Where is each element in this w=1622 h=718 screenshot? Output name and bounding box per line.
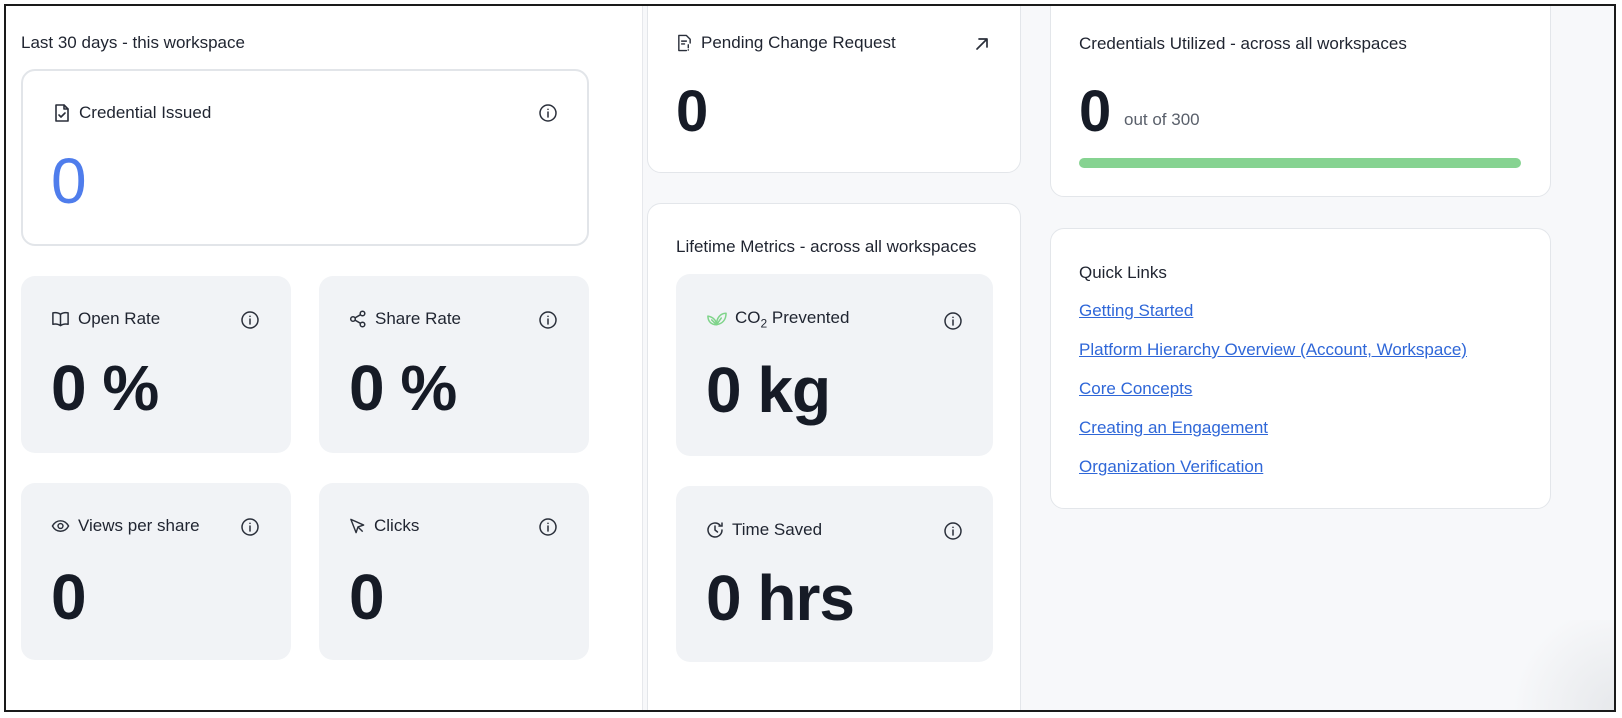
- credentials-utilized-value: 0: [1079, 79, 1111, 144]
- credentials-utilized-card: Credentials Utilized - across all worksp…: [1050, 6, 1551, 197]
- info-icon[interactable]: [240, 310, 260, 330]
- clicks-value: 0: [349, 561, 385, 633]
- lifetime-metrics-label: Lifetime Metrics - across all workspaces: [676, 237, 977, 256]
- open-rate-title: Open Rate: [78, 309, 161, 328]
- corner-shadow: [1498, 620, 1614, 710]
- credential-issued-value: 0: [51, 145, 87, 217]
- quick-links-card: Quick Links Getting Started Platform Hie…: [1050, 228, 1551, 509]
- workspace-metrics-column: Last 30 days - this workspace Credential…: [6, 6, 642, 710]
- pending-change-request-card[interactable]: Pending Change Request 0: [647, 6, 1021, 173]
- document-check-icon: [55, 104, 69, 122]
- quick-links-title: Quick Links: [1079, 263, 1167, 282]
- account-metrics-area: Pending Change Request 0 Lifetime Metric…: [643, 6, 1614, 710]
- eye-icon: [51, 520, 70, 532]
- views-per-share-card: Views per share 0: [21, 483, 291, 660]
- info-icon[interactable]: [943, 521, 963, 541]
- quick-link-core-concepts[interactable]: Core Concepts: [1079, 378, 1467, 400]
- quick-link-getting-started[interactable]: Getting Started: [1079, 300, 1467, 322]
- pending-change-request-value: 0: [676, 79, 708, 144]
- open-rate-card: Open Rate 0 %: [21, 276, 291, 453]
- quick-link-platform-hierarchy[interactable]: Platform Hierarchy Overview (Account, Wo…: [1079, 339, 1467, 361]
- cursor-click-icon: [350, 518, 365, 534]
- quick-links-list: Getting Started Platform Hierarchy Overv…: [1079, 300, 1467, 478]
- arrow-up-right-icon[interactable]: [974, 36, 990, 52]
- clicks-card: Clicks 0: [319, 483, 589, 660]
- time-saved-title: Time Saved: [732, 520, 823, 539]
- credentials-utilized-limit: out of 300: [1124, 110, 1200, 129]
- quick-link-creating-engagement[interactable]: Creating an Engagement: [1079, 417, 1467, 439]
- info-icon[interactable]: [943, 311, 963, 331]
- info-icon[interactable]: [538, 103, 558, 123]
- time-saved-value: 0 hrs: [706, 562, 855, 634]
- document-edit-icon: [678, 34, 691, 52]
- credential-issued-title: Credential Issued: [79, 103, 212, 122]
- leaf-icon: [707, 312, 727, 326]
- share-rate-card: Share Rate 0 %: [319, 276, 589, 453]
- info-icon[interactable]: [538, 517, 558, 537]
- co2-prevented-title: CO2 Prevented: [735, 308, 850, 331]
- views-per-share-value: 0: [51, 561, 87, 633]
- credential-issued-card: Credential Issued 0: [21, 69, 589, 246]
- book-open-icon: [52, 311, 69, 327]
- dashboard-frame: Last 30 days - this workspace Credential…: [4, 4, 1616, 712]
- share-icon: [349, 310, 366, 328]
- time-saved-card: Time Saved 0 hrs: [676, 486, 993, 662]
- clock-icon: [707, 522, 723, 538]
- open-rate-value: 0 %: [51, 352, 159, 424]
- info-icon[interactable]: [538, 310, 558, 330]
- pending-change-request-title: Pending Change Request: [701, 33, 896, 52]
- credentials-utilized-title: Credentials Utilized - across all worksp…: [1079, 34, 1407, 53]
- workspace-section-label: Last 30 days - this workspace: [21, 33, 245, 52]
- share-rate-value: 0 %: [349, 352, 457, 424]
- quick-link-organization-verification[interactable]: Organization Verification: [1079, 456, 1467, 478]
- clicks-title: Clicks: [374, 516, 420, 535]
- co2-prevented-value: 0 kg: [706, 354, 831, 426]
- info-icon[interactable]: [240, 517, 260, 537]
- co2-prevented-card: CO2 Prevented 0 kg: [676, 274, 993, 456]
- share-rate-title: Share Rate: [375, 309, 461, 328]
- views-per-share-title: Views per share: [78, 516, 200, 535]
- lifetime-metrics-card: Lifetime Metrics - across all workspaces…: [647, 203, 1021, 710]
- credentials-utilized-progress: [1079, 158, 1521, 168]
